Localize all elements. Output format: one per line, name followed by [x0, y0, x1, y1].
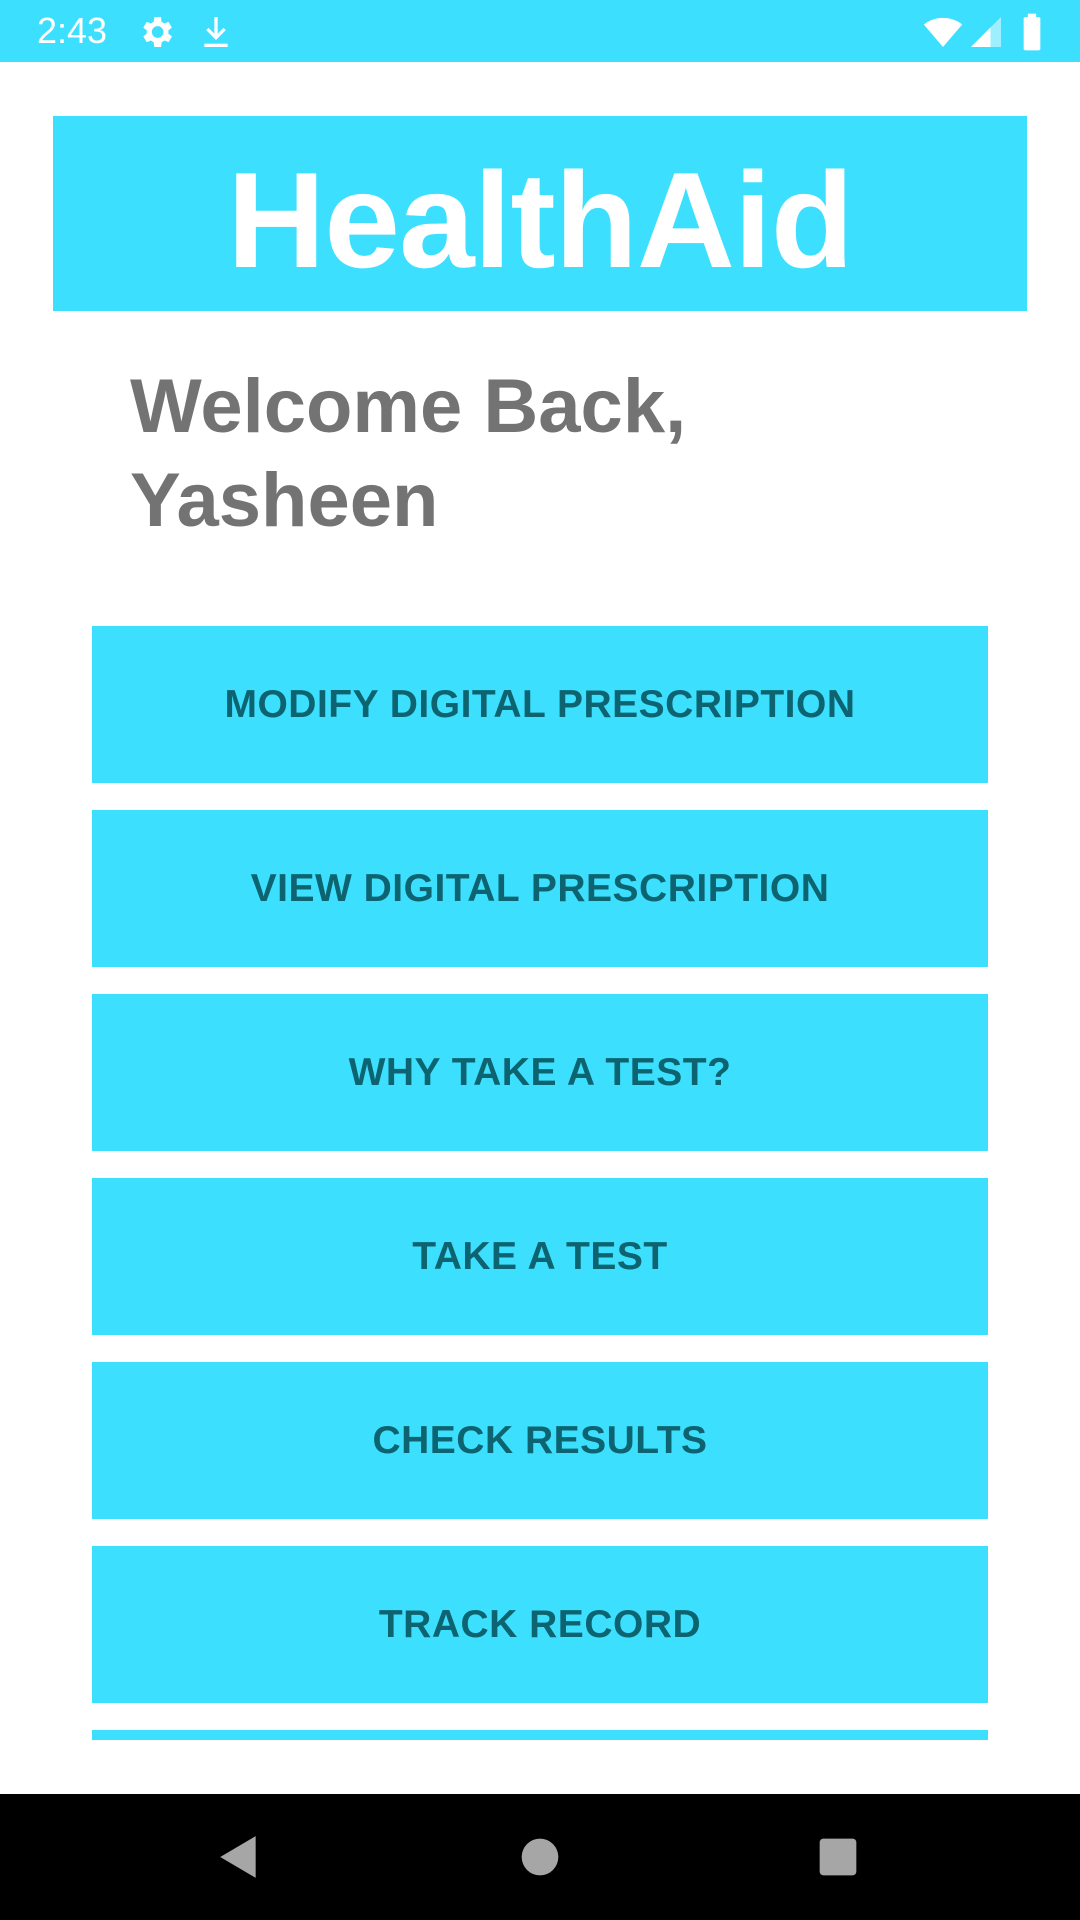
recents-icon[interactable] [805, 1824, 871, 1890]
view-digital-prescription-button[interactable]: VIEW DIGITAL PRESCRIPTION [92, 810, 988, 967]
check-results-button[interactable]: CHECK RESULTS [92, 1362, 988, 1519]
wifi-icon [922, 12, 963, 52]
signal-icon [968, 12, 1008, 52]
header-banner: HealthAid [53, 116, 1027, 311]
status-bar: 2:43 [0, 0, 1080, 62]
home-icon[interactable] [507, 1824, 573, 1890]
partially-visible-menu-button[interactable] [92, 1730, 988, 1740]
download-icon [196, 12, 236, 52]
status-time: 2:43 [37, 10, 108, 51]
modify-digital-prescription-button[interactable]: MODIFY DIGITAL PRESCRIPTION [92, 626, 988, 783]
welcome-line: Welcome Back, [130, 364, 687, 449]
why-take-a-test-button[interactable]: WHY TAKE A TEST? [92, 994, 988, 1151]
battery-icon [1012, 12, 1052, 52]
take-a-test-button[interactable]: TAKE A TEST [92, 1178, 988, 1335]
main-menu: MODIFY DIGITAL PRESCRIPTION VIEW DIGITAL… [92, 626, 988, 1730]
welcome-message: Welcome Back, Yasheen [130, 360, 990, 548]
user-name: Yasheen [130, 458, 439, 543]
track-record-button[interactable]: TRACK RECORD [92, 1546, 988, 1703]
back-icon[interactable] [206, 1824, 272, 1890]
app-title: HealthAid [227, 143, 854, 296]
gear-icon [136, 12, 176, 52]
navigation-bar [0, 1794, 1080, 1920]
